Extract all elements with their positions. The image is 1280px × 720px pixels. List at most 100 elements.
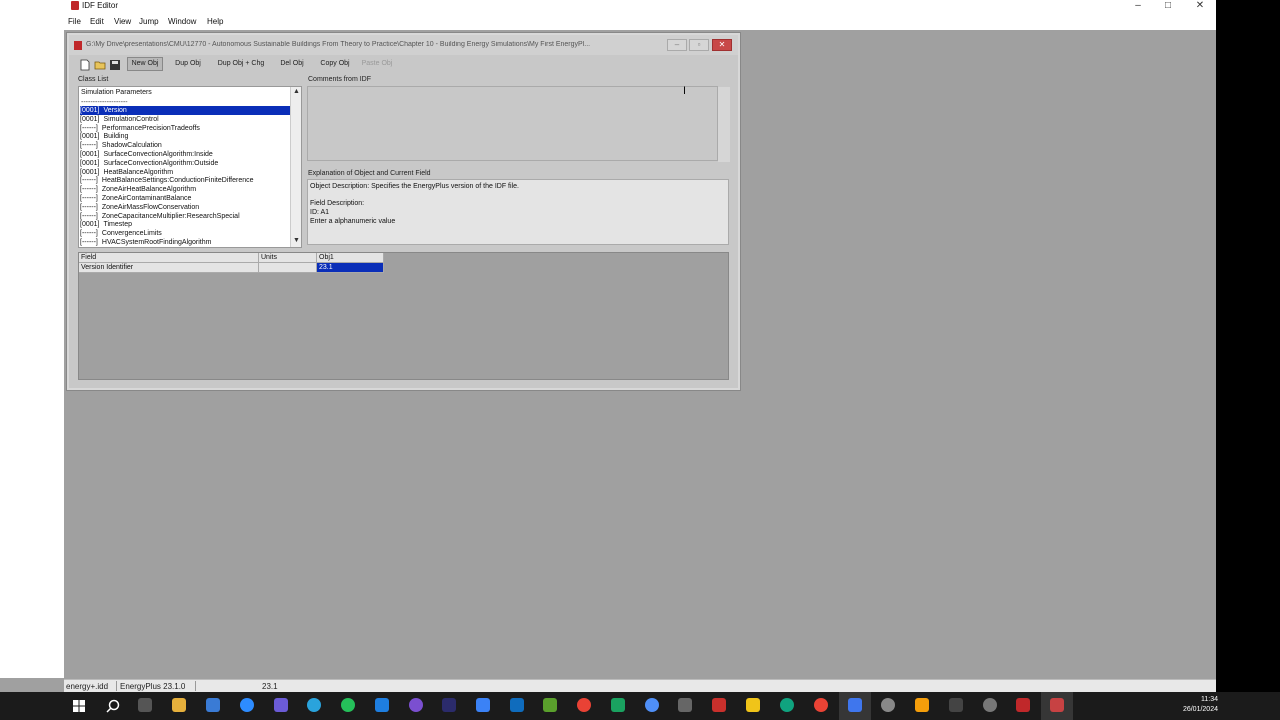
class-group-header: Simulation Parameters xyxy=(81,89,152,96)
idf-editor-taskbar-icon[interactable] xyxy=(1041,692,1073,720)
class-list-item[interactable]: [------] ShadowCalculation xyxy=(80,141,290,150)
grid-cell-obj1[interactable]: 23.1 xyxy=(317,263,384,273)
clock[interactable]: 11:34 26/01/2024 xyxy=(1160,695,1218,715)
github-icon[interactable] xyxy=(409,698,423,712)
child-window-title: G:\My Drive\presentations\CMU\12770 - Au… xyxy=(86,41,591,48)
child-minimize-icon[interactable]: – xyxy=(667,39,687,51)
class-count: [------] xyxy=(80,212,98,220)
class-list-item[interactable]: [0001] SurfaceConvectionAlgorithm:Inside xyxy=(80,150,290,159)
status-value: 23.1 xyxy=(262,682,278,691)
signal-icon[interactable] xyxy=(645,698,659,712)
printer-icon[interactable] xyxy=(678,698,692,712)
class-list-item[interactable]: [0001] SimulationControl xyxy=(80,115,290,124)
new-file-icon[interactable] xyxy=(79,59,91,71)
file-explorer-icon[interactable] xyxy=(172,698,186,712)
meet-icon[interactable] xyxy=(611,698,625,712)
comments-label: Comments from IDF xyxy=(308,76,372,83)
chrome-2-icon[interactable] xyxy=(814,698,828,712)
class-list-item[interactable]: [------] HVACSystemRootFindingAlgorithm xyxy=(80,238,290,247)
grid-row-units xyxy=(259,263,317,273)
new-obj-button[interactable]: New Obj xyxy=(127,57,163,71)
class-list-item[interactable]: [------] HeatBalanceSettings:ConductionFi… xyxy=(80,176,290,185)
search-icon[interactable] xyxy=(106,699,120,713)
minimize-icon[interactable]: – xyxy=(1122,0,1154,14)
menu-edit[interactable]: Edit xyxy=(90,17,104,26)
menu-help[interactable]: Help xyxy=(207,17,223,26)
class-count: [0001] xyxy=(80,168,100,176)
telegram-icon[interactable] xyxy=(307,698,321,712)
maximize-icon[interactable]: □ xyxy=(1152,0,1184,14)
menubar: File Edit View Jump Window Help xyxy=(0,14,1216,30)
class-name: HeatBalanceSettings:ConductionFiniteDiff… xyxy=(101,177,254,185)
class-name: Building xyxy=(103,133,129,141)
class-count: [------] xyxy=(80,124,98,132)
obs-icon[interactable] xyxy=(881,698,895,712)
class-list-item[interactable]: [0001] Building xyxy=(80,132,290,141)
child-titlebar[interactable]: G:\My Drive\presentations\CMU\12770 - Au… xyxy=(69,35,738,55)
pdf-icon[interactable] xyxy=(712,698,726,712)
task-view-icon[interactable] xyxy=(138,698,152,712)
field-grid[interactable]: Field Units Obj1 Version Identifier 23.1 xyxy=(78,252,729,380)
class-list-item[interactable]: [0001] HeatBalanceAlgorithm xyxy=(80,168,290,177)
class-list[interactable]: Simulation Parameters ------------------… xyxy=(78,86,302,248)
edge-icon[interactable] xyxy=(375,698,389,712)
dup-obj-button[interactable]: Dup Obj xyxy=(170,57,206,71)
whatsapp-icon[interactable] xyxy=(341,698,355,712)
class-group-separator: -------------------- xyxy=(81,99,128,106)
energyplus-icon[interactable] xyxy=(839,692,871,720)
class-list-item[interactable]: [------] ZoneAirContaminantBalance xyxy=(80,194,290,203)
menu-file[interactable]: File xyxy=(68,17,81,26)
settings-icon[interactable] xyxy=(983,698,997,712)
class-list-scrollbar[interactable]: ▲ ▼ xyxy=(290,87,301,247)
copy-obj-button[interactable]: Copy Obj xyxy=(316,57,354,71)
vscode-icon[interactable] xyxy=(476,698,490,712)
class-list-item[interactable]: [0001] Timestep xyxy=(80,220,290,229)
scroll-up-icon[interactable]: ▲ xyxy=(293,88,300,95)
paste-obj-button[interactable]: Paste Obj xyxy=(358,57,396,71)
del-obj-button[interactable]: Del Obj xyxy=(274,57,310,71)
store-icon[interactable] xyxy=(206,698,220,712)
open-folder-icon[interactable] xyxy=(94,59,106,71)
save-icon[interactable] xyxy=(109,59,121,71)
chrome-icon[interactable] xyxy=(577,698,591,712)
class-list-item[interactable]: [0001] SurfaceConvectionAlgorithm:Outside xyxy=(80,159,290,168)
class-count: [0001] xyxy=(80,151,100,158)
chatgpt-icon[interactable] xyxy=(780,698,794,712)
comments-box[interactable] xyxy=(307,86,730,162)
class-name: ZoneAirHeatBalanceAlgorithm xyxy=(101,186,197,194)
sublime-icon[interactable] xyxy=(915,698,929,712)
menu-jump[interactable]: Jump xyxy=(139,17,159,26)
class-list-item[interactable]: [------] PerformancePrecisionTradeoffs xyxy=(80,124,290,133)
right-background xyxy=(1216,0,1280,692)
field-description: Field Description: xyxy=(310,200,365,207)
text-cursor-icon: Ⅰ xyxy=(683,86,686,97)
slack-icon[interactable] xyxy=(274,698,288,712)
scroll-down-icon[interactable]: ▼ xyxy=(293,237,300,244)
miro-icon[interactable] xyxy=(746,698,760,712)
menu-view[interactable]: View xyxy=(114,17,131,26)
terminal-icon[interactable] xyxy=(949,698,963,712)
language-icon[interactable] xyxy=(442,698,456,712)
ep-launch-icon[interactable] xyxy=(1016,698,1030,712)
class-count: [------] xyxy=(80,230,98,238)
grid-header-units: Units xyxy=(259,253,317,263)
outlook-icon[interactable] xyxy=(510,698,524,712)
windows-start-icon[interactable] xyxy=(73,700,85,712)
child-restore-icon[interactable]: ▫ xyxy=(689,39,709,51)
zoom-icon[interactable] xyxy=(240,698,254,712)
maps-icon[interactable] xyxy=(543,698,557,712)
statusbar: energy+.idd EnergyPlus 23.1.0 23.1 xyxy=(64,679,1216,692)
idf-file-icon xyxy=(74,41,82,50)
close-icon[interactable]: ✕ xyxy=(1184,0,1216,14)
status-version: EnergyPlus 23.1.0 xyxy=(120,682,186,691)
class-name: Timestep xyxy=(103,221,132,229)
dup-obj-chg-button[interactable]: Dup Obj + Chg xyxy=(213,57,269,71)
child-close-icon[interactable]: ✕ xyxy=(712,39,732,51)
class-list-item[interactable]: [------] ZoneCapacitanceMultiplier:Resear… xyxy=(80,212,290,221)
comments-scrollbar[interactable] xyxy=(718,87,730,162)
class-list-item[interactable]: [------] ZoneAirMassFlowConservation xyxy=(80,203,290,212)
class-list-item[interactable]: [------] ZoneAirHeatBalanceAlgorithm xyxy=(80,185,290,194)
class-list-item[interactable]: [------] ConvergenceLimits xyxy=(80,229,290,238)
class-list-item[interactable]: [0001] Version xyxy=(80,106,290,115)
menu-window[interactable]: Window xyxy=(168,17,196,26)
